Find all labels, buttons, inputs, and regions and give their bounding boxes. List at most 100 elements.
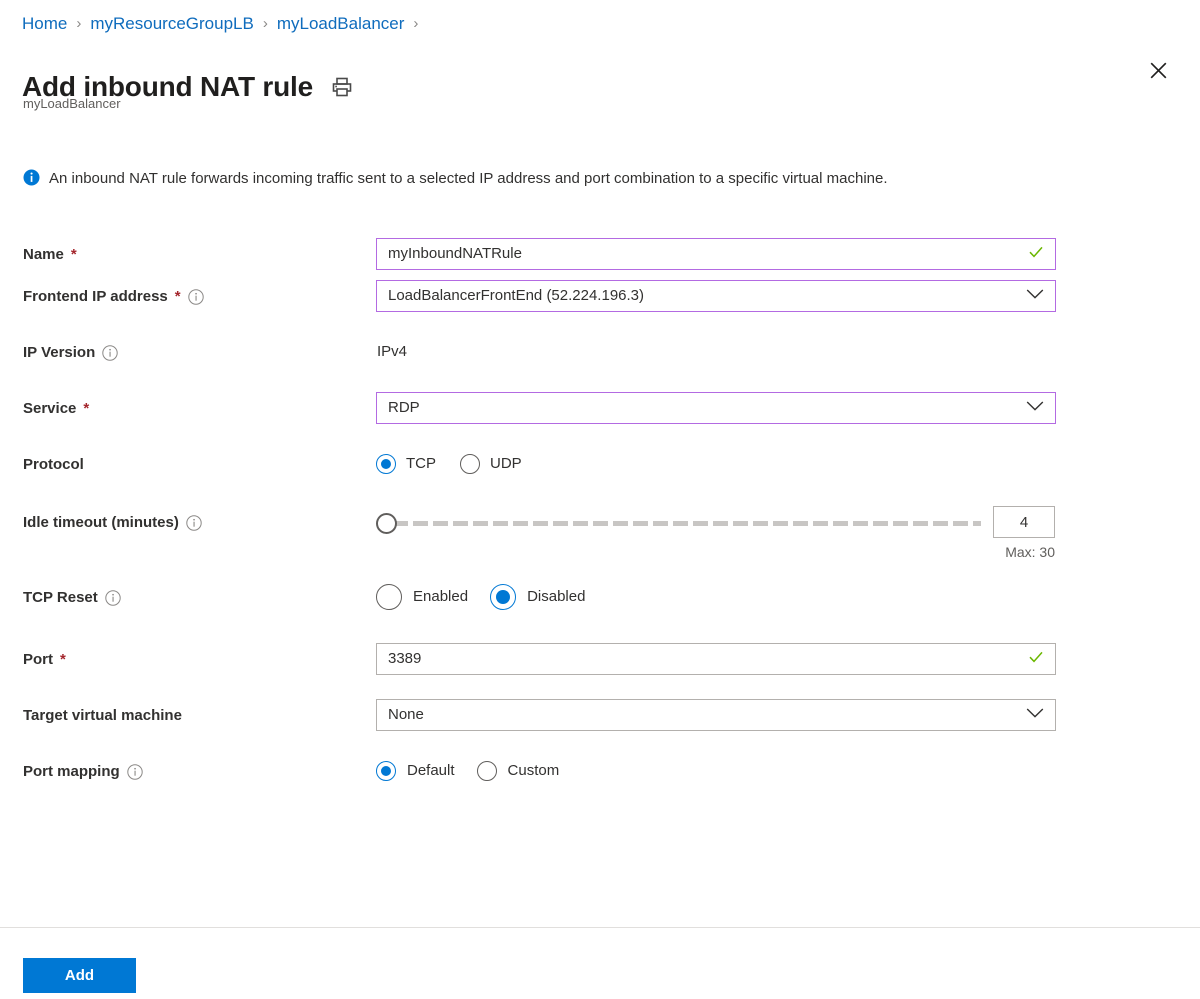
field-port: 3389 [376,643,1200,675]
field-target-vm: None [376,699,1200,731]
info-banner-text: An inbound NAT rule forwards incoming tr… [49,166,888,191]
tcp-reset-option-enabled-label: Enabled [413,587,468,607]
required-asterisk: * [71,245,77,265]
protocol-option-udp-label: UDP [490,454,522,474]
ip-version-value: IPv4 [376,336,1200,368]
form-row-port: Port * 3389 [0,643,1200,699]
name-input-value: myInboundNATRule [377,244,1028,264]
form-row-name: Name * myInboundNATRule [0,238,1200,280]
name-input[interactable]: myInboundNATRule [376,238,1056,270]
chevron-down-icon [1026,399,1044,417]
port-mapping-option-custom[interactable]: Custom [477,761,560,781]
form-row-target-vm: Target virtual machine None [0,699,1200,755]
add-inbound-nat-rule-blade: Home › myResourceGroupLB › myLoadBalance… [0,0,1200,999]
info-icon[interactable] [102,345,118,361]
field-service: RDP [376,392,1200,424]
service-value: RDP [377,398,1026,418]
page-subtitle: myLoadBalancer [23,95,121,113]
label-protocol-text: Protocol [23,455,84,475]
service-chevron [1026,399,1055,417]
breadcrumb: Home › myResourceGroupLB › myLoadBalance… [22,13,418,35]
breadcrumb-separator-icon: › [263,13,268,35]
tcp-reset-radio-group: Enabled Disabled [376,581,1200,613]
name-valid-indicator [1028,244,1055,265]
tcp-reset-option-disabled-label: Disabled [527,587,585,607]
breadcrumb-item-home[interactable]: Home [22,13,67,35]
info-circle-icon [23,169,40,191]
label-port: Port * [0,643,376,677]
port-mapping-option-default-label: Default [407,761,455,781]
radio-icon [490,584,516,610]
slider-thumb[interactable] [376,513,397,534]
breadcrumb-separator-icon: › [413,13,418,35]
field-port-mapping: Default Custom [376,755,1200,787]
port-input-value: 3389 [377,649,1028,669]
port-mapping-option-default[interactable]: Default [376,761,455,781]
chevron-down-icon [1026,287,1044,305]
field-frontend-ip: LoadBalancerFrontEnd (52.224.196.3) [376,280,1200,312]
checkmark-icon [1028,244,1044,265]
field-protocol: TCP UDP [376,448,1200,480]
label-idle-timeout-text: Idle timeout (minutes) [23,513,179,533]
field-idle-timeout: 4 Max: 30 [376,506,1200,560]
breadcrumb-item-resource-group[interactable]: myResourceGroupLB [90,13,253,35]
label-name-text: Name [23,245,64,265]
radio-icon [376,761,396,781]
form-row-ip-version: IP Version IPv4 [0,336,1200,392]
label-target-vm-text: Target virtual machine [23,706,182,726]
radio-icon [376,584,402,610]
close-button[interactable] [1142,57,1174,89]
frontend-ip-dropdown[interactable]: LoadBalancerFrontEnd (52.224.196.3) [376,280,1056,312]
protocol-option-tcp-label: TCP [406,454,436,474]
label-tcp-reset: TCP Reset [0,581,376,615]
form-row-tcp-reset: TCP Reset Enabled [0,581,1200,643]
radio-icon [477,761,497,781]
target-vm-dropdown[interactable]: None [376,699,1056,731]
label-service: Service * [0,392,376,426]
frontend-ip-value: LoadBalancerFrontEnd (52.224.196.3) [377,286,1026,306]
radio-icon [376,454,396,474]
title-row: Add inbound NAT rule [22,48,353,126]
breadcrumb-item-load-balancer[interactable]: myLoadBalancer [277,13,405,35]
tcp-reset-option-enabled[interactable]: Enabled [376,584,468,610]
target-vm-chevron [1026,706,1055,724]
port-input[interactable]: 3389 [376,643,1056,675]
close-icon [1149,61,1168,85]
form-row-protocol: Protocol TCP UDP [0,448,1200,506]
chevron-down-icon [1026,706,1044,724]
label-tcp-reset-text: TCP Reset [23,588,98,608]
breadcrumb-separator-icon: › [76,13,81,35]
protocol-radio-group: TCP UDP [376,448,1200,480]
required-asterisk: * [60,650,66,670]
label-service-text: Service [23,399,76,419]
port-mapping-option-custom-label: Custom [508,761,560,781]
idle-timeout-slider[interactable] [376,506,981,538]
radio-icon [460,454,480,474]
footer-divider [0,927,1200,928]
info-icon[interactable] [188,289,204,305]
protocol-option-tcp[interactable]: TCP [376,454,436,474]
service-dropdown[interactable]: RDP [376,392,1056,424]
print-icon[interactable] [331,76,353,98]
form-row-frontend-ip: Frontend IP address * LoadBalancerFrontE… [0,280,1200,336]
slider-track [393,521,981,526]
tcp-reset-option-disabled[interactable]: Disabled [490,584,585,610]
field-tcp-reset: Enabled Disabled [376,581,1200,613]
label-port-text: Port [23,650,53,670]
label-frontend-ip: Frontend IP address * [0,280,376,314]
info-icon[interactable] [127,764,143,780]
label-protocol: Protocol [0,448,376,482]
protocol-option-udp[interactable]: UDP [460,454,522,474]
label-idle-timeout: Idle timeout (minutes) [0,506,376,540]
label-target-vm: Target virtual machine [0,699,376,733]
field-ip-version: IPv4 [376,336,1200,368]
info-icon[interactable] [105,590,121,606]
nat-rule-form: Name * myInboundNATRule [0,238,1200,811]
idle-timeout-input[interactable]: 4 [993,506,1055,538]
label-port-mapping-text: Port mapping [23,762,120,782]
target-vm-value: None [377,705,1026,725]
add-button[interactable]: Add [23,958,136,993]
port-mapping-radio-group: Default Custom [376,755,1200,787]
info-icon[interactable] [186,515,202,531]
port-valid-indicator [1028,649,1055,670]
